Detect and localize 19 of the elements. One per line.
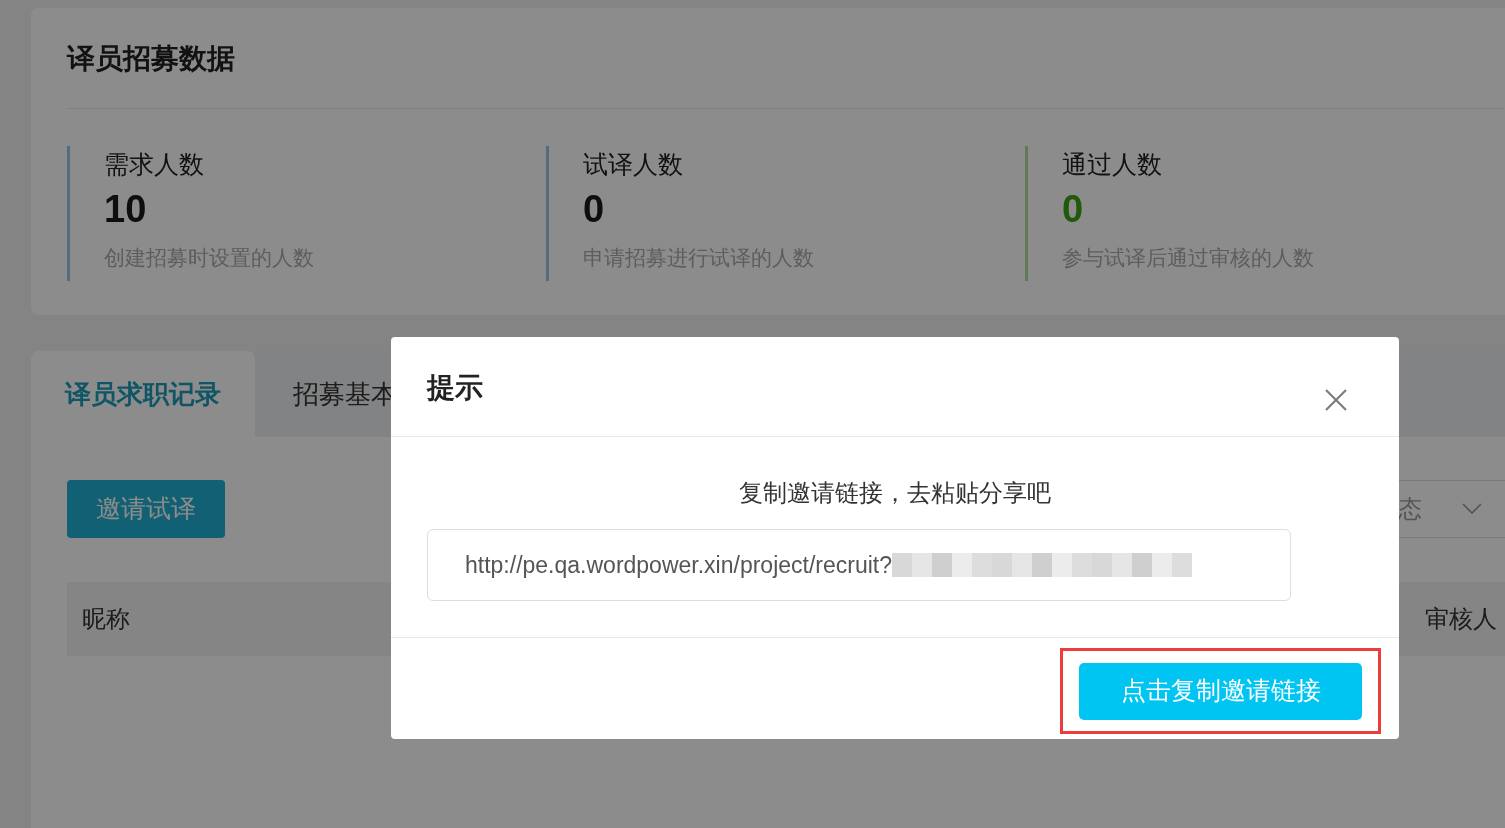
stat-value: 0 xyxy=(583,187,606,232)
dialog-title: 提示 xyxy=(427,371,483,405)
close-icon[interactable] xyxy=(1325,389,1347,411)
stat-label: 通过人数 xyxy=(1062,149,1163,180)
dialog-message: 复制邀请链接，去粘贴分享吧 xyxy=(739,478,1051,508)
link-field[interactable]: http://pe.qa.wordpower.xin/project/recruit? xyxy=(427,529,1291,601)
select-placeholder: 态 xyxy=(1398,494,1422,524)
link-text: http://pe.qa.wordpower.xin/project/recruit? xyxy=(465,550,892,580)
stat-label: 需求人数 xyxy=(104,149,205,180)
stat-value: 0 xyxy=(1062,187,1085,232)
stat-label: 试译人数 xyxy=(583,149,684,180)
invite-button[interactable]: 邀请试译 xyxy=(67,480,225,538)
chevron-down-icon xyxy=(1462,503,1482,515)
column-header: 审核人 xyxy=(1425,604,1497,634)
card-title: 译员招募数据 xyxy=(67,42,236,76)
copy-link-button[interactable]: 点击复制邀请链接 xyxy=(1079,662,1362,720)
stat-value: 10 xyxy=(104,187,148,232)
column-header: 昵称 xyxy=(82,604,130,634)
tab[interactable]: 译员求职记录 xyxy=(31,351,255,437)
